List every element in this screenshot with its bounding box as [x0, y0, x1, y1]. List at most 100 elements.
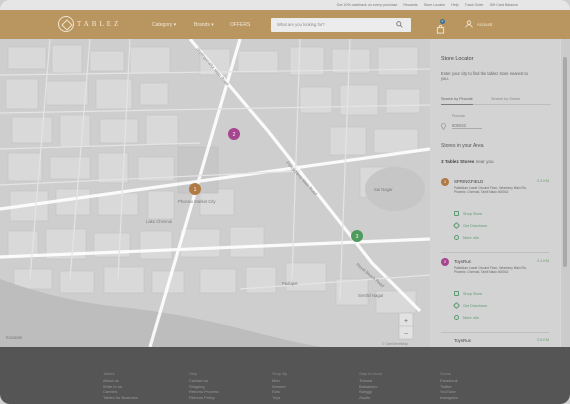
- footer-column-social: Social Facebook Twitter YouTube Instagra…: [440, 371, 458, 401]
- shop-store-link[interactable]: Shop Store: [454, 211, 482, 216]
- panel-title: Store Locator: [441, 56, 474, 62]
- directions-icon: [452, 301, 461, 310]
- stores-heading: Stores in your Area: [441, 143, 484, 149]
- info-icon: [454, 315, 459, 320]
- user-icon: [465, 20, 473, 28]
- get-directions-link[interactable]: Get Directions: [452, 221, 487, 230]
- pincode-label: Pincode: [452, 114, 465, 118]
- topbar-item[interactable]: Get 10% cashback on every purchase: [337, 3, 398, 7]
- store-name[interactable]: ToysRus: [454, 338, 471, 343]
- svg-text:1: 1: [194, 187, 197, 193]
- store-card[interactable]: 2 ToysRus 2.4 KM Palladium Lower Ground …: [441, 258, 549, 330]
- road-label: Senthil Nagar: [358, 293, 384, 298]
- footer-link[interactable]: Zeptio: [359, 395, 382, 401]
- directions-icon: [452, 221, 461, 230]
- get-directions-link[interactable]: Get Directions: [452, 301, 487, 310]
- topbar-item[interactable]: Store Locator: [424, 3, 446, 7]
- cart-button[interactable]: 0: [436, 19, 445, 34]
- stores-count-strong: 3 Tablez Stores: [441, 159, 475, 164]
- search-icon[interactable]: [396, 21, 403, 28]
- tab-search-by-pincode[interactable]: Search by Pincode: [441, 97, 473, 105]
- map-marker-2[interactable]: 2: [228, 128, 240, 140]
- svg-text:2: 2: [233, 132, 236, 138]
- store-number-badge: 1: [441, 178, 449, 186]
- zoom-in-button[interactable]: +: [404, 318, 408, 325]
- stores-count-rest: near you: [475, 159, 494, 164]
- divider: [441, 252, 549, 253]
- place-label: Sai Nagar: [374, 187, 393, 192]
- cart-icon: [436, 25, 445, 34]
- footer-heading: Stay in touch: [359, 371, 383, 376]
- footer-column-stay-in-touch: Stay in touch Trizana Balsamico Swiggy Z…: [359, 371, 382, 401]
- search-placeholder: What are you looking for?: [277, 22, 325, 27]
- footer-link[interactable]: Toys: [272, 395, 287, 401]
- stores-count: 3 Tablez Stores near you: [441, 159, 494, 164]
- location-pin-icon: [441, 123, 446, 130]
- top-utility-bar: Get 10% cashback on every purchase Rewar…: [0, 0, 570, 10]
- footer-link[interactable]: Instagram: [440, 395, 458, 401]
- store-card[interactable]: ToysRus 2.6 KM: [441, 337, 549, 347]
- footer-column-tablez: Tablez About us Write to us Careers Tabl…: [103, 371, 138, 401]
- tab-search-by-stores[interactable]: Search by Stores: [491, 97, 520, 101]
- store-address: Palladium Lower Ground Floor, Velachery …: [454, 266, 527, 275]
- shop-store-link[interactable]: Shop Store: [454, 291, 482, 296]
- road-label: Pudupet: [282, 281, 298, 286]
- more-info-link[interactable]: More Info: [454, 235, 479, 240]
- footer-heading: Social: [440, 371, 451, 376]
- shop-icon: [454, 211, 459, 216]
- account-label: Account: [477, 21, 493, 27]
- map-marker-3[interactable]: 3: [351, 230, 363, 242]
- search-input[interactable]: What are you looking for?: [271, 18, 411, 32]
- divider: [441, 332, 549, 333]
- topbar-item[interactable]: Gift Card Balance: [490, 3, 518, 7]
- store-distance: 2.3 KM: [536, 179, 549, 183]
- map-canvas[interactable]: Sholinganallur Main Road Pudupet Royal B…: [0, 39, 430, 347]
- panel-subtitle: Enter your city to find the tablez store…: [441, 71, 528, 82]
- store-number-badge: 2: [441, 258, 449, 266]
- panel-scrollbar[interactable]: [561, 39, 570, 347]
- logo-text: TABLEZ: [77, 20, 122, 28]
- logo-mark-icon: [58, 16, 74, 32]
- footer-column-help: Help Contact us Shipping Returns Process…: [189, 371, 219, 401]
- footer-link[interactable]: Returns Policy: [189, 395, 219, 401]
- scrollbar-thumb[interactable]: [563, 57, 567, 267]
- footer-heading: Tablez: [103, 371, 115, 376]
- more-info-link[interactable]: More Info: [454, 315, 479, 320]
- nav-brands[interactable]: Brands ▾: [194, 22, 214, 28]
- store-map[interactable]: Sholinganallur Main Road Pudupet Royal B…: [0, 39, 430, 347]
- site-header: TABLEZ Category ▾ Brands ▾ OFFERS What a…: [0, 10, 570, 39]
- footer-link[interactable]: Facebook: [440, 378, 458, 384]
- store-card[interactable]: 1 SPRINGFIELD 2.3 KM Palladium Lower Gro…: [441, 178, 549, 250]
- shop-icon: [454, 291, 459, 296]
- site-footer: Tablez About us Write to us Careers Tabl…: [0, 347, 570, 404]
- map-marker-1[interactable]: 1: [189, 183, 201, 195]
- topbar-item[interactable]: Track Order: [465, 3, 484, 7]
- store-name[interactable]: ToysRus: [454, 259, 471, 264]
- place-label: Kovalam: [6, 335, 23, 340]
- topbar-item[interactable]: Rewards: [403, 3, 417, 7]
- nav-offers[interactable]: OFFERS: [230, 22, 250, 28]
- zoom-out-button[interactable]: −: [404, 331, 408, 338]
- store-distance: 2.6 KM: [536, 338, 549, 342]
- svg-text:3: 3: [356, 234, 359, 240]
- store-distance: 2.4 KM: [536, 259, 549, 263]
- topbar-item[interactable]: Help: [451, 3, 458, 7]
- footer-heading: Shop By: [272, 371, 288, 376]
- logo[interactable]: TABLEZ: [58, 16, 121, 32]
- screen: Get 10% cashback on every purchase Rewar…: [0, 0, 570, 404]
- info-icon: [454, 235, 459, 240]
- store-name[interactable]: SPRINGFIELD: [454, 179, 483, 184]
- footer-heading: Help: [189, 371, 198, 376]
- place-label: Phoenix Market City: [178, 199, 216, 204]
- store-locator-panel: Store Locator Enter your city to find th…: [430, 39, 560, 347]
- footer-link[interactable]: Tablez for Business: [103, 395, 138, 401]
- pincode-input[interactable]: 600042: [452, 123, 482, 130]
- footer-column-shop-by: Shop By Men Women Kids Toys: [272, 371, 287, 401]
- nav-category[interactable]: Category ▾: [152, 22, 176, 28]
- cart-count-badge: 0: [440, 19, 445, 24]
- place-label: Lake Chennai: [146, 219, 172, 224]
- search-mode-tabs: Search by Pincode Search by Stores: [441, 95, 551, 105]
- account-button[interactable]: Account: [465, 20, 492, 28]
- map-attribution[interactable]: © OpenStreetMap: [382, 342, 408, 346]
- store-address: Palladium Lower Ground Floor, Velachery …: [454, 186, 527, 195]
